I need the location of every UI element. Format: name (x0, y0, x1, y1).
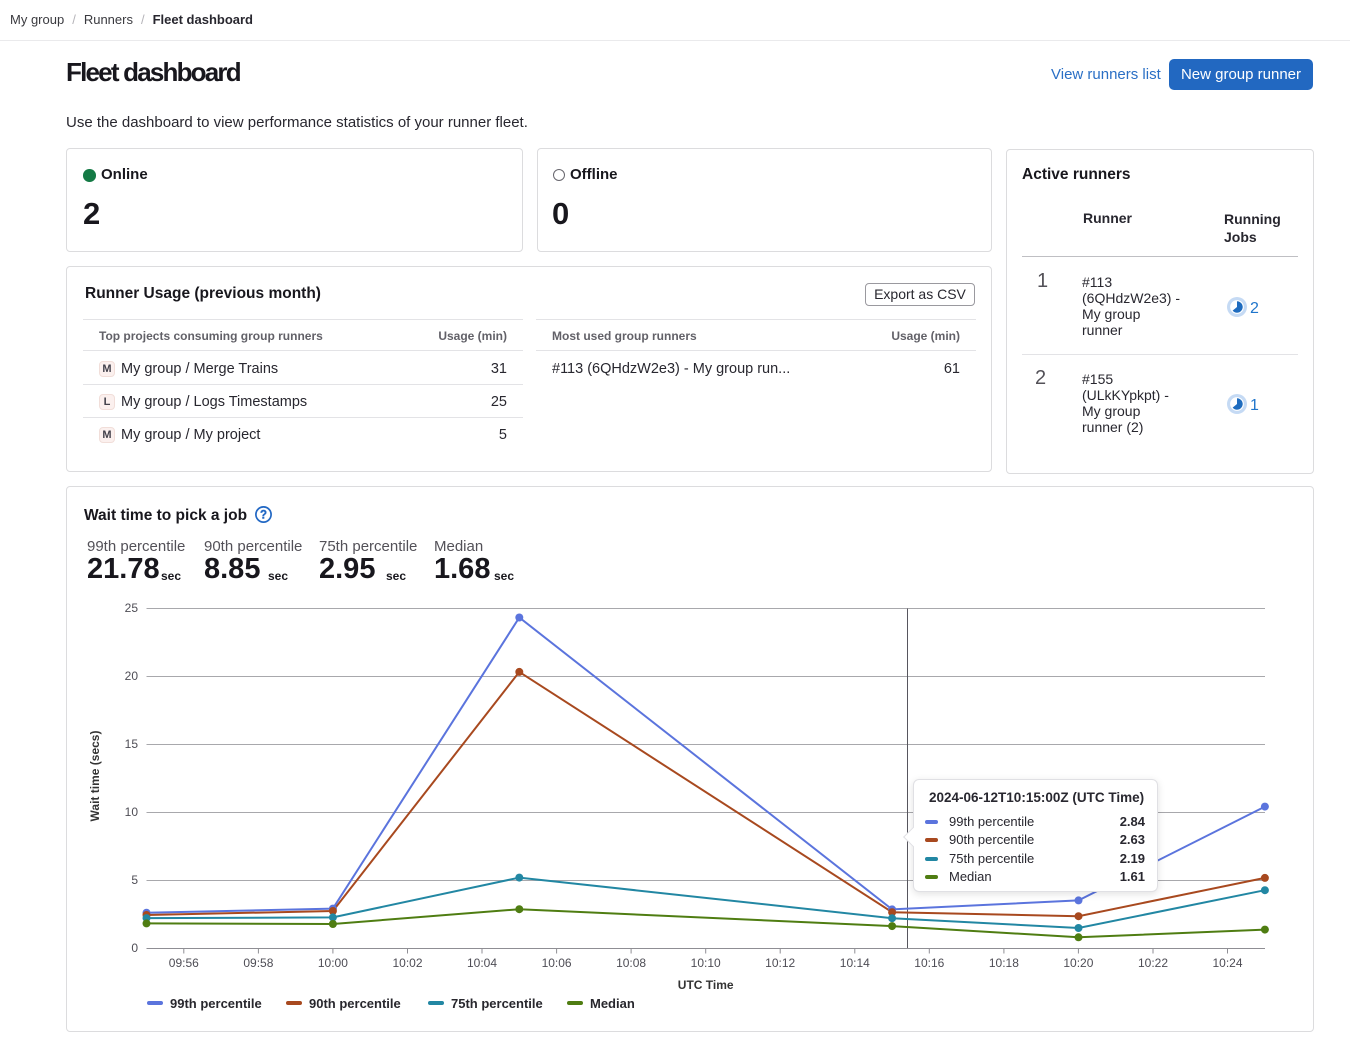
svg-text:Median: Median (590, 996, 635, 1011)
svg-text:10:00: 10:00 (318, 956, 348, 970)
svg-text:5: 5 (131, 873, 138, 887)
svg-text:15: 15 (125, 737, 139, 751)
svg-text:10:12: 10:12 (765, 956, 795, 970)
svg-text:10:06: 10:06 (542, 956, 572, 970)
svg-text:75th percentile: 75th percentile (451, 996, 543, 1011)
svg-text:Wait time (secs): Wait time (secs) (88, 731, 102, 822)
svg-text:10:18: 10:18 (989, 956, 1019, 970)
svg-text:10:20: 10:20 (1063, 956, 1093, 970)
svg-text:20: 20 (125, 669, 139, 683)
svg-text:0: 0 (131, 941, 138, 955)
svg-text:10:02: 10:02 (392, 956, 422, 970)
svg-text:10: 10 (125, 805, 139, 819)
svg-text:10:14: 10:14 (840, 956, 870, 970)
svg-text:25: 25 (125, 601, 139, 615)
svg-text:10:24: 10:24 (1212, 956, 1242, 970)
svg-text:10:10: 10:10 (691, 956, 721, 970)
svg-text:UTC Time: UTC Time (678, 978, 734, 992)
svg-text:10:08: 10:08 (616, 956, 646, 970)
svg-text:90th percentile: 90th percentile (309, 996, 401, 1011)
svg-text:10:04: 10:04 (467, 956, 497, 970)
svg-text:99th percentile: 99th percentile (170, 996, 262, 1011)
svg-text:10:22: 10:22 (1138, 956, 1168, 970)
svg-text:09:56: 09:56 (169, 956, 199, 970)
svg-text:10:16: 10:16 (914, 956, 944, 970)
svg-text:09:58: 09:58 (243, 956, 273, 970)
